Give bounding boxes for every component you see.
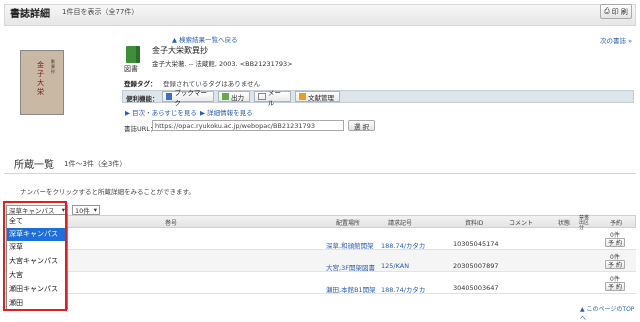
- row-location-link[interactable]: 深草,和顔館開架: [326, 240, 374, 250]
- page-top-link[interactable]: ▲ このページのTOPへ: [580, 304, 640, 322]
- material-type-label: 図書: [124, 65, 138, 73]
- contents-summary-link[interactable]: ▶ 目次・あらすじを見る: [125, 107, 197, 117]
- holdings-count: 1件～3件（全3件）: [64, 160, 127, 168]
- export-icon: [222, 93, 229, 100]
- book-title: 金子大栄歎異抄: [152, 46, 208, 55]
- reserve-button[interactable]: 予 約: [605, 238, 625, 247]
- email-button[interactable]: メール: [254, 89, 291, 107]
- col-volume: 巻号: [165, 220, 178, 227]
- book-metadata: 金子大栄著. -- 法蔵館, 2003. <BB21231793>: [152, 60, 293, 68]
- chevron-down-icon: ▾: [93, 206, 97, 214]
- col-reserve: 予約: [610, 220, 623, 227]
- next-record-link[interactable]: 次の書誌 »: [600, 35, 632, 45]
- detail-info-link[interactable]: ▶ 詳細情報を見る: [200, 107, 253, 117]
- row-item-id: 10305045174: [453, 240, 499, 248]
- col-comment: コメント: [509, 220, 534, 227]
- back-to-results-link[interactable]: ▲ 検索結果一覧へ戻る: [172, 34, 238, 44]
- record-count: 1件目を表示（全77件）: [62, 8, 139, 16]
- print-label: 印 刷: [611, 7, 628, 16]
- row-item-id: 30405003647: [453, 284, 499, 292]
- per-page-value: 10件: [75, 207, 90, 215]
- row-location-link[interactable]: 大宮,3F開架図書: [326, 262, 375, 272]
- reference-manager-label: 文献管理: [308, 93, 334, 102]
- holdings-table-header: [4, 215, 636, 228]
- bookmark-label: ブックマーク: [174, 88, 207, 107]
- col-status: 状態: [558, 220, 571, 227]
- section-divider: [4, 173, 636, 174]
- tags-label: 登録タグ：: [124, 80, 157, 88]
- mail-icon: [258, 93, 266, 100]
- holdings-title: 所蔵一覧: [14, 160, 54, 171]
- row-location-link[interactable]: 瀬田,本館B1開架: [326, 284, 376, 294]
- col-item-id: 資料ID: [465, 220, 484, 227]
- table-row: [4, 272, 636, 294]
- row-call-number-link[interactable]: 188.74/カタカ: [381, 240, 425, 250]
- print-button[interactable]: ⎙ 印 刷: [600, 4, 632, 19]
- export-button[interactable]: 出力: [218, 91, 250, 102]
- cover-title: 金子大栄: [37, 61, 44, 96]
- per-page-select[interactable]: 10件 ▾: [72, 205, 100, 215]
- email-label: メール: [267, 88, 281, 107]
- reserve-button[interactable]: 予 約: [605, 282, 625, 291]
- folder-icon: [299, 93, 306, 100]
- row-call-number-link[interactable]: 188.74/カタカ: [381, 284, 425, 294]
- table-row: [4, 250, 636, 272]
- book-icon: [126, 46, 140, 63]
- bibliographic-url-field[interactable]: https://opac.ryukoku.ac.jp/webopac/BB212…: [152, 120, 344, 131]
- export-label: 出力: [231, 93, 244, 102]
- highlight-annotation-box: [3, 201, 67, 311]
- bookmark-button[interactable]: ブックマーク: [162, 89, 214, 107]
- tools-label: 便利機能：: [126, 95, 159, 103]
- book-cover-image: 金子大栄 歎異抄: [20, 50, 64, 115]
- printer-icon: ⎙: [604, 7, 610, 15]
- reference-manager-button[interactable]: 文献管理: [295, 91, 340, 102]
- holdings-hint: ナンバーをクリックすると所蔵詳細をみることができます。: [20, 188, 195, 196]
- row-item-id: 20305007897: [453, 262, 499, 270]
- table-row: [4, 228, 636, 250]
- reserve-button[interactable]: 予 約: [605, 260, 625, 269]
- select-url-button[interactable]: 選 択: [348, 120, 375, 131]
- row-call-number-link[interactable]: 125/KAN: [381, 262, 409, 270]
- col-call-number: 請求記号: [388, 220, 413, 227]
- bookmark-icon: [166, 93, 173, 100]
- col-location: 配置場所: [336, 220, 361, 227]
- page-title: 書誌詳細: [10, 9, 50, 20]
- cover-subtitle: 歎異抄: [51, 59, 55, 74]
